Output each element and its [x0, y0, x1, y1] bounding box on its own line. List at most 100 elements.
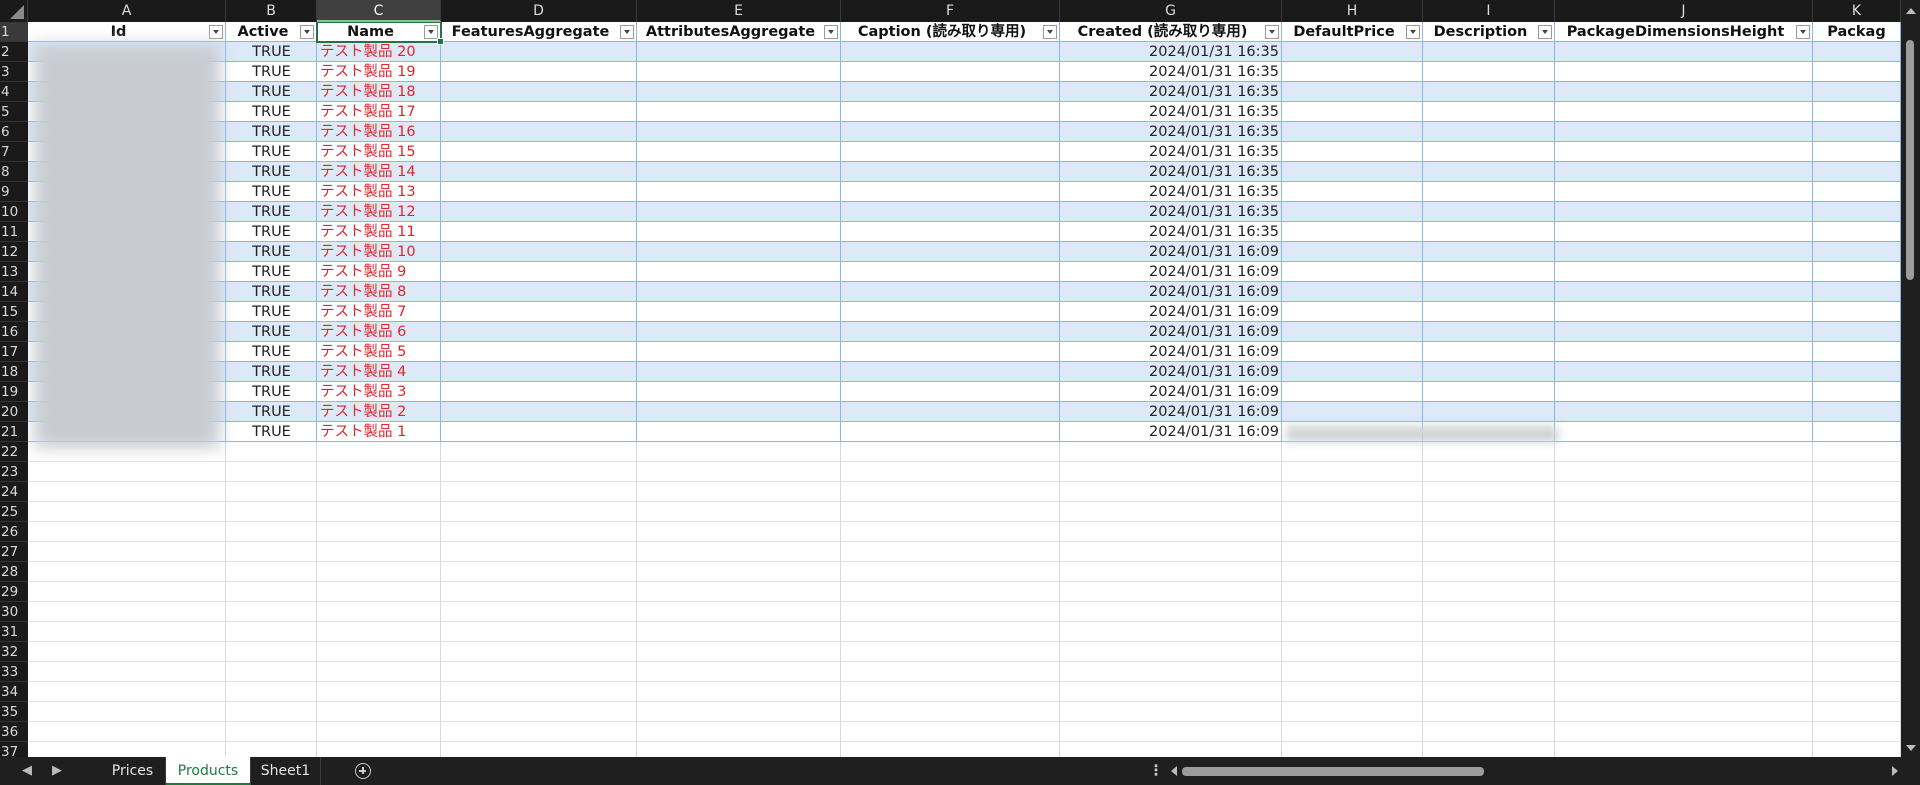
row-number[interactable]: 11 [0, 222, 28, 242]
cell-C[interactable]: テスト製品 2 [317, 402, 441, 422]
cell-B[interactable]: TRUE [226, 262, 317, 282]
cell-C[interactable]: テスト製品 9 [317, 262, 441, 282]
cell-G[interactable]: 2024/01/31 16:35 [1060, 42, 1282, 62]
cell-B[interactable]: TRUE [226, 202, 317, 222]
cell-G[interactable]: 2024/01/31 16:09 [1060, 382, 1282, 402]
row-number[interactable]: 35 [0, 702, 28, 722]
column-letter-F[interactable]: F [841, 0, 1060, 22]
sheet-tab-sheet1[interactable]: Sheet1 [251, 757, 321, 785]
sheet-tab-prices[interactable]: Prices [100, 757, 166, 785]
horizontal-scroll-thumb[interactable] [1182, 767, 1484, 776]
tab-split-handle-icon[interactable]: ⋮ [1148, 757, 1164, 785]
vertical-scrollbar[interactable] [1901, 0, 1920, 757]
cell-G[interactable]: 2024/01/31 16:09 [1060, 302, 1282, 322]
cell-G[interactable]: 2024/01/31 16:09 [1060, 262, 1282, 282]
header-cell-F[interactable]: Caption (読み取り専用) [841, 22, 1060, 42]
cell-B[interactable]: TRUE [226, 422, 317, 442]
column-letter-D[interactable]: D [441, 0, 637, 22]
row-number[interactable]: 9 [0, 182, 28, 202]
next-sheet-icon[interactable]: ▶ [44, 757, 70, 785]
column-letter-C[interactable]: C [317, 0, 441, 22]
cell-C[interactable]: テスト製品 3 [317, 382, 441, 402]
row-number[interactable]: 30 [0, 602, 28, 622]
row-number[interactable]: 16 [0, 322, 28, 342]
header-cell-D[interactable]: FeaturesAggregate [441, 22, 637, 42]
cell-G[interactable]: 2024/01/31 16:09 [1060, 342, 1282, 362]
cell-B[interactable]: TRUE [226, 162, 317, 182]
cell-B[interactable]: TRUE [226, 342, 317, 362]
cell-G[interactable]: 2024/01/31 16:35 [1060, 162, 1282, 182]
row-number[interactable]: 33 [0, 662, 28, 682]
cell-C[interactable]: テスト製品 11 [317, 222, 441, 242]
cell-G[interactable]: 2024/01/31 16:35 [1060, 142, 1282, 162]
cell-C[interactable]: テスト製品 12 [317, 202, 441, 222]
row-number[interactable]: 18 [0, 362, 28, 382]
filter-dropdown-icon[interactable] [1043, 25, 1057, 39]
header-cell-A[interactable]: Id [28, 22, 226, 42]
row-number[interactable]: 15 [0, 302, 28, 322]
add-sheet-icon[interactable] [355, 763, 371, 779]
row-number[interactable]: 8 [0, 162, 28, 182]
cell-B[interactable]: TRUE [226, 122, 317, 142]
row-number[interactable]: 34 [0, 682, 28, 702]
column-letter-E[interactable]: E [637, 0, 841, 22]
scroll-up-icon[interactable] [1906, 8, 1916, 14]
cell-C[interactable]: テスト製品 16 [317, 122, 441, 142]
row-number[interactable]: 36 [0, 722, 28, 742]
scroll-left-icon[interactable] [1171, 766, 1177, 776]
sheet-tab-products[interactable]: Products [166, 757, 251, 785]
cell-C[interactable]: テスト製品 20 [317, 42, 441, 62]
cell-C[interactable]: テスト製品 6 [317, 322, 441, 342]
row-number[interactable]: 13 [0, 262, 28, 282]
cell-G[interactable]: 2024/01/31 16:09 [1060, 402, 1282, 422]
row-number[interactable]: 12 [0, 242, 28, 262]
column-letter-J[interactable]: J [1555, 0, 1813, 22]
row-number[interactable]: 32 [0, 642, 28, 662]
vertical-scroll-thumb[interactable] [1906, 40, 1914, 280]
row-number[interactable]: 3 [0, 62, 28, 82]
filter-dropdown-icon[interactable] [1796, 25, 1810, 39]
row-number[interactable]: 2 [0, 42, 28, 62]
cell-G[interactable]: 2024/01/31 16:35 [1060, 122, 1282, 142]
row-number[interactable]: 20 [0, 402, 28, 422]
row-number[interactable]: 25 [0, 502, 28, 522]
row-number[interactable]: 27 [0, 542, 28, 562]
cell-B[interactable]: TRUE [226, 382, 317, 402]
row-number[interactable]: 28 [0, 562, 28, 582]
cell-C[interactable]: テスト製品 10 [317, 242, 441, 262]
row-number[interactable]: 14 [0, 282, 28, 302]
filter-dropdown-icon[interactable] [209, 25, 223, 39]
cell-G[interactable]: 2024/01/31 16:09 [1060, 422, 1282, 442]
cell-C[interactable]: テスト製品 1 [317, 422, 441, 442]
row-number[interactable]: 19 [0, 382, 28, 402]
cell-C[interactable]: テスト製品 5 [317, 342, 441, 362]
row-number[interactable]: 6 [0, 122, 28, 142]
scroll-down-icon[interactable] [1906, 745, 1916, 751]
cell-C[interactable]: テスト製品 7 [317, 302, 441, 322]
cell-C[interactable]: テスト製品 4 [317, 362, 441, 382]
column-letter-I[interactable]: I [1423, 0, 1555, 22]
row-number[interactable]: 37 [0, 742, 28, 757]
header-cell-H[interactable]: DefaultPrice [1282, 22, 1423, 42]
cell-B[interactable]: TRUE [226, 102, 317, 122]
column-letter-B[interactable]: B [226, 0, 317, 22]
header-cell-K[interactable]: Packag [1813, 22, 1901, 42]
row-number[interactable]: 10 [0, 202, 28, 222]
column-letter-K[interactable]: K [1813, 0, 1901, 22]
row-number[interactable]: 21 [0, 422, 28, 442]
row-number[interactable]: 4 [0, 82, 28, 102]
cell-G[interactable]: 2024/01/31 16:35 [1060, 62, 1282, 82]
cell-B[interactable]: TRUE [226, 42, 317, 62]
row-number[interactable]: 31 [0, 622, 28, 642]
cell-G[interactable]: 2024/01/31 16:35 [1060, 82, 1282, 102]
cell-G[interactable]: 2024/01/31 16:35 [1060, 202, 1282, 222]
cell-G[interactable]: 2024/01/31 16:35 [1060, 102, 1282, 122]
row-number[interactable]: 29 [0, 582, 28, 602]
cell-B[interactable]: TRUE [226, 282, 317, 302]
column-letter-A[interactable]: A [28, 0, 226, 22]
cell-B[interactable]: TRUE [226, 82, 317, 102]
filter-dropdown-icon[interactable] [620, 25, 634, 39]
row-number[interactable]: 23 [0, 462, 28, 482]
cell-G[interactable]: 2024/01/31 16:09 [1060, 242, 1282, 262]
row-number[interactable]: 24 [0, 482, 28, 502]
